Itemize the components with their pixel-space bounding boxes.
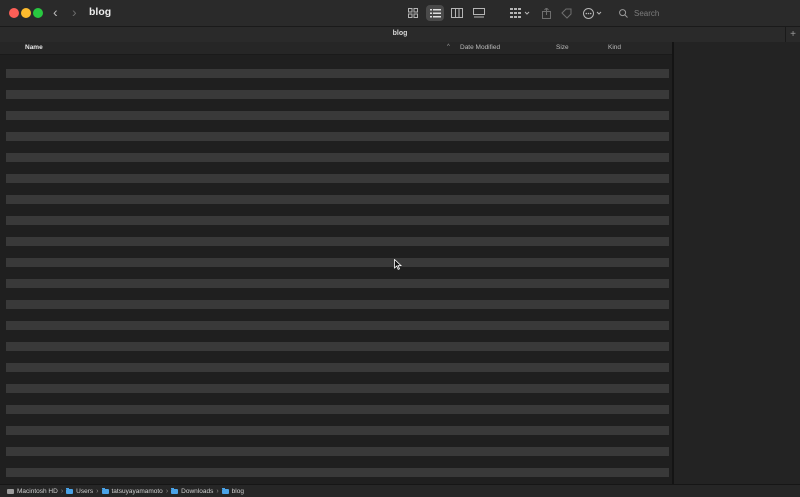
list-row-stripe [6, 216, 669, 225]
list-row-stripe [6, 363, 669, 372]
gallery-view-button[interactable] [470, 5, 488, 21]
list-row-stripe [6, 132, 669, 141]
list-row-stripe [6, 405, 669, 414]
grid-icon [408, 8, 418, 18]
list-row-stripe [6, 153, 669, 162]
list-row-stripe [6, 90, 669, 99]
path-separator: › [96, 487, 99, 495]
forward-chevron-icon[interactable]: › [72, 4, 77, 20]
icon-view-button[interactable] [405, 5, 421, 21]
share-icon [541, 7, 551, 19]
path-item-macintosh-hd[interactable]: Macintosh HD [7, 488, 58, 495]
list-row-stripe [6, 342, 669, 351]
path-item-user-home[interactable]: tatsuyayamamoto [101, 487, 163, 495]
list-row-stripe [6, 237, 669, 246]
path-bar: Macintosh HD › Users › tatsuyayamamoto ›… [0, 484, 800, 497]
list-icon [429, 8, 441, 17]
list-view-button[interactable] [426, 5, 444, 21]
sort-ascending-icon: ^ [447, 44, 450, 50]
maximize-window-button[interactable] [33, 8, 43, 18]
column-header-name[interactable]: Name [25, 44, 43, 51]
minimize-window-button[interactable] [21, 8, 31, 18]
action-button[interactable] [582, 5, 604, 21]
path-separator: › [165, 487, 169, 495]
list-row-stripe [6, 258, 669, 267]
column-header: Name ^ Date Modified Size Kind [0, 42, 672, 55]
folder-icon [66, 487, 74, 494]
search-icon [619, 8, 628, 18]
path-item-downloads[interactable]: Downloads [171, 487, 213, 495]
path-item-blog[interactable]: blog [221, 487, 244, 495]
list-row-stripe [6, 195, 669, 204]
group-by-icon [510, 8, 530, 18]
list-row-stripe [6, 69, 669, 78]
list-row-stripe [6, 300, 669, 309]
column-header-date-modified[interactable]: Date Modified [460, 44, 500, 51]
column-header-kind[interactable]: Kind [608, 44, 621, 51]
hard-drive-icon [7, 488, 14, 494]
tab-blog[interactable]: blog [0, 30, 800, 37]
tab-bar: blog + [0, 26, 800, 43]
share-button[interactable] [539, 5, 553, 21]
group-by-button[interactable] [509, 5, 531, 21]
list-row-stripe [6, 279, 669, 288]
gallery-icon [473, 8, 485, 18]
search-placeholder: Search [634, 8, 660, 18]
columns-icon [451, 8, 463, 18]
path-separator: › [216, 487, 219, 495]
folder-icon [101, 487, 109, 494]
file-list[interactable] [0, 55, 672, 484]
tag-button[interactable] [559, 5, 573, 21]
list-row-stripe [6, 447, 669, 456]
path-item-users[interactable]: Users [66, 487, 93, 495]
list-row-stripe [6, 111, 669, 120]
column-header-size[interactable]: Size [556, 44, 569, 51]
more-icon [583, 7, 602, 19]
search-field[interactable]: Search [619, 5, 795, 21]
list-row-stripe [6, 384, 669, 393]
close-window-button[interactable] [9, 8, 19, 18]
mouse-pointer-icon [394, 259, 402, 270]
list-row-stripe [6, 174, 669, 183]
new-tab-button[interactable]: + [785, 27, 800, 43]
list-row-stripe [6, 321, 669, 330]
path-separator: › [60, 487, 64, 495]
preview-pane [674, 42, 800, 484]
window-title: blog [89, 6, 112, 18]
tag-icon [560, 8, 571, 19]
column-view-button[interactable] [449, 5, 465, 21]
list-row-stripe [6, 426, 669, 435]
folder-icon [171, 487, 179, 494]
back-chevron-icon[interactable]: ‹ [53, 4, 58, 20]
folder-icon [221, 487, 229, 494]
list-row-stripe [6, 468, 669, 477]
toolbar: ‹ › blog Search [0, 0, 800, 26]
